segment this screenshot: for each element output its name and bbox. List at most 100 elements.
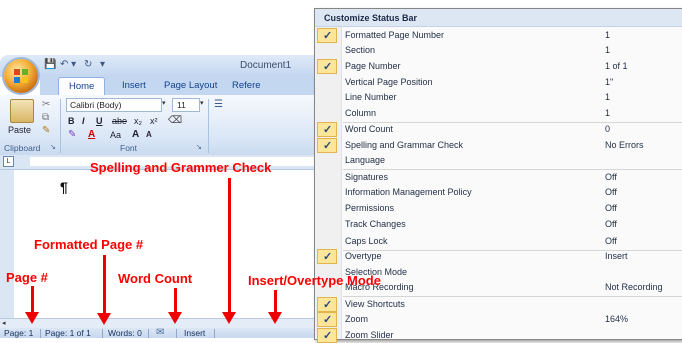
font-color-icon[interactable]: A: [88, 129, 95, 140]
menu-item-line-number[interactable]: Line Number 1: [315, 90, 682, 105]
status-word-count[interactable]: Words: 0: [108, 328, 142, 338]
underline-button[interactable]: U: [96, 116, 103, 126]
font-launcher-icon[interactable]: ↘: [196, 143, 202, 151]
menu-item-value: 1: [605, 45, 611, 55]
copy-icon[interactable]: ⧉: [42, 112, 49, 123]
menu-item-zoom[interactable]: Zoom 164%: [315, 312, 682, 327]
grow-font-button[interactable]: A: [132, 129, 139, 140]
menu-item-language[interactable]: Language: [315, 153, 682, 168]
menu-item-value: Off: [605, 236, 617, 246]
checkmark-icon: [317, 153, 337, 168]
checkmark-icon: [317, 106, 337, 121]
menu-item-label: Track Changes: [345, 219, 406, 229]
font-size-box[interactable]: 11: [172, 98, 200, 112]
clear-formatting-icon[interactable]: ⌫: [168, 115, 182, 126]
strikethrough-button[interactable]: abe: [112, 116, 127, 126]
document-title: Document1: [240, 60, 292, 71]
bold-button[interactable]: B: [68, 116, 75, 126]
redo-icon[interactable]: ↻: [84, 59, 92, 72]
clipboard-group-label: Clipboard: [4, 143, 41, 153]
menu-item-label: Zoom Slider: [345, 330, 394, 340]
menu-item-word-count[interactable]: Word Count 0: [315, 122, 682, 137]
title-bar: 💾 ↶ ▾ ↻ ▾ Document1: [0, 55, 322, 77]
menu-item-section[interactable]: Section 1: [315, 43, 682, 58]
italic-button[interactable]: I: [82, 116, 85, 126]
tab-page-layout[interactable]: Page Layout: [164, 80, 217, 91]
menu-item-caps-lock[interactable]: Caps Lock Off: [315, 234, 682, 249]
menu-item-label: Caps Lock: [345, 236, 388, 246]
status-separator: [102, 329, 103, 338]
paste-icon[interactable]: [10, 99, 34, 123]
font-name-box[interactable]: Calibri (Body): [66, 98, 162, 112]
menu-item-value: Insert: [605, 251, 628, 261]
ribbon-tabs: Home Insert Page Layout Refere: [40, 77, 322, 95]
menu-item-signatures[interactable]: Signatures Off: [315, 170, 682, 185]
checkmark-icon: [317, 217, 337, 232]
annotation-page: Page #: [6, 270, 48, 285]
change-case-button[interactable]: Aa: [110, 130, 121, 140]
annotation-formatted-page: Formatted Page #: [34, 237, 144, 252]
checkmark-icon: [317, 59, 337, 74]
checkmark-icon: [317, 43, 337, 58]
tab-home[interactable]: Home: [58, 77, 106, 95]
clipboard-launcher-icon[interactable]: ↘: [50, 143, 56, 151]
menu-item-permissions[interactable]: Permissions Off: [315, 201, 682, 216]
font-name-dropdown-icon[interactable]: ▾: [162, 99, 166, 107]
checkmark-icon: [317, 328, 337, 343]
shrink-font-button[interactable]: A: [146, 130, 152, 139]
menu-item-label: Vertical Page Position: [345, 77, 433, 87]
checkmark-icon: [317, 75, 337, 90]
menu-item-column[interactable]: Column 1: [315, 106, 682, 121]
status-page[interactable]: Page: 1: [4, 328, 33, 338]
ribbon: Paste ✂ ⧉ ✎ Clipboard ↘ Calibri (Body) ▾…: [0, 95, 322, 156]
status-insert-mode[interactable]: Insert: [184, 328, 205, 338]
font-name-value: Calibri (Body): [70, 100, 122, 110]
bullets-icon[interactable]: ☰: [214, 99, 223, 110]
group-divider: [208, 99, 209, 153]
cut-icon[interactable]: ✂: [42, 99, 50, 110]
menu-item-page-number[interactable]: Page Number 1 of 1: [315, 59, 682, 74]
status-formatted-page[interactable]: Page: 1 of 1: [45, 328, 91, 338]
menu-item-view-shortcuts[interactable]: View Shortcuts: [315, 297, 682, 312]
menu-item-track-changes[interactable]: Track Changes Off: [315, 217, 682, 232]
checkmark-icon: [317, 122, 337, 137]
qat-customize-icon[interactable]: ▾: [100, 59, 105, 72]
menu-item-label: Language: [345, 155, 386, 165]
menu-item-value: 1: [605, 92, 611, 102]
menu-item-information-management-policy[interactable]: Information Management Policy Off: [315, 185, 682, 200]
menu-title-bar: Customize Status Bar: [315, 9, 682, 27]
font-size-dropdown-icon[interactable]: ▾: [200, 99, 204, 107]
scroll-left-icon[interactable]: ◂: [2, 319, 6, 327]
menu-item-label: Information Management Policy: [345, 187, 472, 197]
menu-item-value: Off: [605, 172, 617, 182]
status-separator: [148, 329, 149, 338]
menu-item-vertical-page-position[interactable]: Vertical Page Position 1": [315, 75, 682, 90]
menu-item-formatted-page-number[interactable]: Formatted Page Number 1: [315, 28, 682, 43]
office-logo-icon: [14, 69, 28, 83]
menu-item-label: Column: [345, 108, 377, 118]
highlight-icon[interactable]: ✎: [68, 129, 76, 140]
tab-selector-icon[interactable]: L: [3, 156, 14, 167]
tab-insert[interactable]: Insert: [122, 80, 146, 91]
superscript-button[interactable]: x²: [150, 116, 158, 126]
paste-button[interactable]: Paste: [8, 125, 31, 135]
font-size-value: 11: [177, 100, 186, 110]
checkmark-icon: [317, 185, 337, 200]
subscript-button[interactable]: x₂: [134, 116, 142, 126]
group-divider: [60, 99, 61, 153]
menu-item-zoom-slider[interactable]: Zoom Slider: [315, 328, 682, 343]
proofing-status-icon[interactable]: ✉: [156, 327, 164, 338]
undo-icon[interactable]: ↶ ▾: [60, 59, 76, 72]
status-bar[interactable]: Page: 1 Page: 1 of 1 Words: 0 ✉ Insert: [0, 327, 322, 338]
menu-item-spelling-and-grammar-check[interactable]: Spelling and Grammar Check No Errors: [315, 138, 682, 153]
format-painter-icon[interactable]: ✎: [42, 125, 50, 136]
menu-item-value: Off: [605, 203, 617, 213]
menu-item-label: View Shortcuts: [345, 299, 405, 309]
checkmark-icon: [317, 138, 337, 153]
save-icon[interactable]: 💾: [44, 59, 56, 72]
status-separator: [214, 329, 215, 338]
menu-item-overtype[interactable]: Overtype Insert: [315, 249, 682, 264]
office-button[interactable]: [4, 59, 38, 93]
tab-references[interactable]: Refere: [232, 80, 261, 91]
status-separator: [40, 329, 41, 338]
